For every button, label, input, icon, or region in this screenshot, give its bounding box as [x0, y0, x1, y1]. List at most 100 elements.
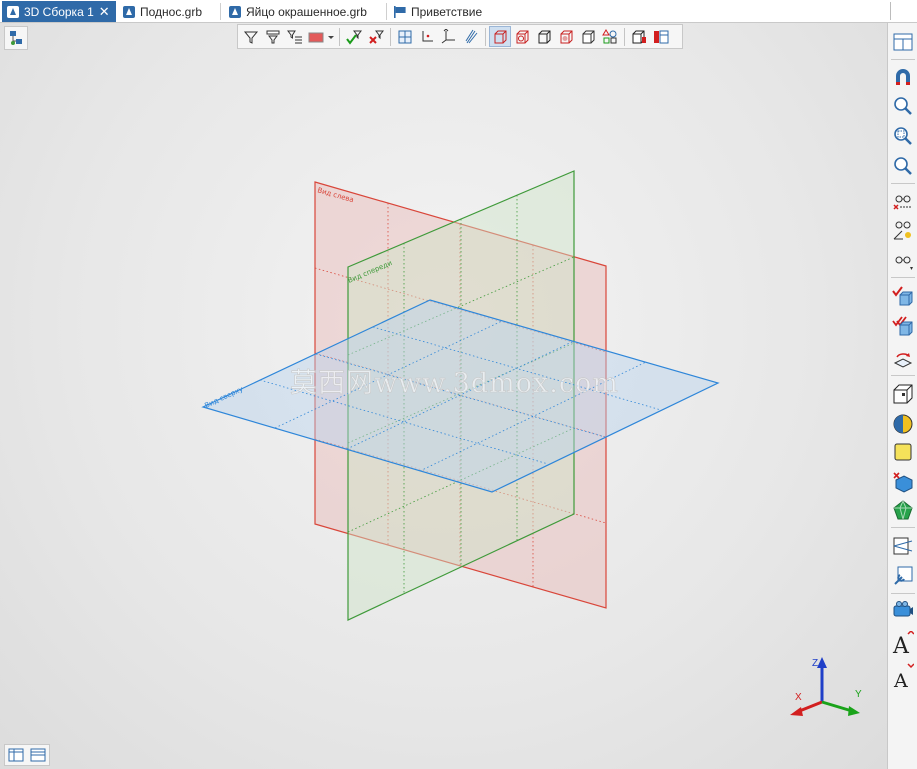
shapes-icon [602, 28, 617, 43]
color-dropdown-button[interactable] [326, 26, 336, 47]
camera-icon [893, 601, 913, 617]
magnet-icon [896, 69, 910, 85]
watermark-text: 莫西网www.3dmox.com [290, 368, 619, 399]
select-body-button[interactable] [890, 283, 916, 309]
zoom-button[interactable] [890, 93, 916, 119]
filter-list-button[interactable] [284, 26, 306, 47]
glasses-icon [895, 256, 913, 270]
wireframe-button[interactable] [489, 26, 511, 47]
shaded-button[interactable] [533, 26, 555, 47]
zoom-fit-icon [894, 157, 912, 175]
scene-canvas[interactable]: Вид слева Вид спереди Вид сверху 莫西网www.… [0, 23, 887, 769]
document-tab-bar: 3D Сборка 1 ✕ Поднос.grb Яйцо окрашенное… [0, 0, 917, 23]
outline-button[interactable] [577, 26, 599, 47]
show-button[interactable] [890, 247, 916, 273]
perspective-button[interactable] [628, 26, 650, 47]
check-box-icon [892, 286, 913, 306]
tab-overflow-separator [890, 2, 891, 20]
filter-select-button[interactable] [262, 26, 284, 47]
axis-3d-button[interactable] [438, 26, 460, 47]
tab-label: Приветствие [411, 4, 483, 19]
x-axis-label: X [795, 692, 802, 703]
clear-filter-button[interactable] [365, 26, 387, 47]
plane-xy-button[interactable] [394, 26, 416, 47]
right-toolbar: A A [887, 23, 917, 769]
delete-body-button[interactable] [890, 469, 916, 495]
rotate-plane-icon [893, 353, 913, 368]
tab-painted-egg[interactable]: Яйцо окрашенное.grb [224, 1, 384, 22]
shaded-edges-button[interactable] [555, 26, 577, 47]
font-up-icon: A [892, 631, 914, 657]
color-select-button[interactable] [306, 26, 326, 47]
filter-list-icon [287, 30, 302, 43]
part-icon [228, 5, 242, 19]
x-axis-arrow [790, 707, 803, 716]
gem-button[interactable] [890, 497, 916, 523]
tools-button[interactable] [890, 563, 916, 589]
axis-2d-button[interactable] [416, 26, 438, 47]
panel-icon [654, 30, 669, 43]
filter-button[interactable] [240, 26, 262, 47]
glasses-hide-icon [893, 195, 912, 210]
split-horizontal-icon[interactable] [30, 748, 46, 762]
axis-2d-icon [422, 30, 433, 41]
box-shaded-icon [538, 30, 551, 43]
green-gem-icon [893, 500, 913, 520]
y-axis-label: Y [855, 689, 862, 700]
projection-icon [893, 537, 913, 555]
cube-red-icon [632, 30, 646, 43]
surface-icon [465, 29, 478, 43]
snap-button[interactable] [890, 65, 916, 91]
svg-text:A: A [892, 634, 910, 657]
y-axis-arrow [848, 706, 860, 716]
glasses-measure-icon [893, 221, 911, 240]
panel-button[interactable] [650, 26, 672, 47]
surface-button[interactable] [460, 26, 482, 47]
rotate-plane-button[interactable] [890, 345, 916, 371]
measure-button[interactable] [890, 217, 916, 243]
face-button[interactable] [890, 439, 916, 465]
box-hidden-icon [516, 30, 529, 43]
zoom-window-icon [894, 127, 912, 145]
tab-3d-assembly[interactable]: 3D Сборка 1 ✕ [2, 1, 116, 22]
camera-button[interactable] [890, 597, 916, 623]
sphere-button[interactable] [890, 411, 916, 437]
sphere-icon [893, 414, 913, 434]
layout-button[interactable] [890, 29, 916, 55]
cube-delete-icon [893, 472, 913, 493]
axis-triad[interactable]: Z X Y [790, 657, 862, 716]
font-icon: A [893, 663, 914, 689]
tab-welcome[interactable]: Приветствие [389, 1, 499, 22]
body-outline-button[interactable] [890, 381, 916, 407]
yellow-square-icon [894, 443, 912, 461]
hidden-lines-button[interactable] [511, 26, 533, 47]
view-toolbar [237, 24, 683, 49]
filter-icon [243, 31, 259, 44]
tab-tray[interactable]: Поднос.grb [118, 1, 218, 22]
cube-outline-icon [893, 384, 913, 404]
hide-button[interactable] [890, 187, 916, 213]
plane-xy-icon [398, 30, 412, 43]
split-vertical-icon[interactable] [8, 748, 24, 762]
font-button[interactable]: A [890, 663, 916, 689]
model-tree-button[interactable] [4, 26, 28, 50]
projection-button[interactable] [890, 533, 916, 559]
y-axis-line [821, 700, 853, 713]
filter-select-icon [266, 30, 280, 43]
clear-filter-icon [369, 30, 384, 44]
check-filter-button[interactable] [343, 26, 365, 47]
zoom-fit-button[interactable] [890, 153, 916, 179]
zoom-window-button[interactable] [890, 123, 916, 149]
svg-text:A: A [893, 670, 908, 689]
tab-label: 3D Сборка 1 [24, 4, 94, 19]
assembly-icon [6, 5, 20, 19]
zoom-icon [894, 97, 912, 115]
z-axis-arrow [817, 657, 827, 668]
select-multi-button[interactable] [890, 313, 916, 339]
tree-icon [10, 31, 22, 45]
close-icon[interactable]: ✕ [99, 4, 110, 20]
3d-viewport[interactable]: Вид слева Вид спереди Вид сверху 莫西网www.… [0, 23, 887, 769]
font-size-button[interactable]: A [890, 631, 916, 657]
layout-icon [893, 33, 913, 51]
shapes-button[interactable] [599, 26, 621, 47]
